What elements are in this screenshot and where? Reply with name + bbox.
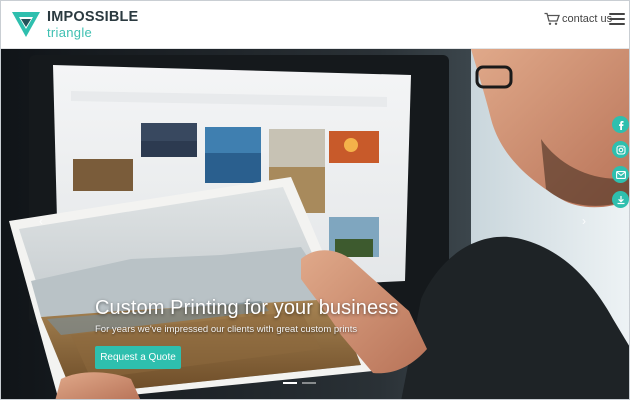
contact-label: contact us [562, 13, 613, 25]
logo-text: IMPOSSIBLE triangle [47, 10, 138, 39]
brand-logo[interactable]: IMPOSSIBLE triangle [11, 10, 138, 39]
download-icon[interactable] [612, 191, 629, 208]
page: IMPOSSIBLE triangle contact us ‹ › Custo… [0, 0, 630, 400]
social-sidebar [612, 116, 629, 216]
carousel-indicator-2[interactable] [302, 382, 316, 384]
email-icon[interactable] [612, 166, 629, 183]
contact-link[interactable]: contact us [544, 12, 612, 26]
instagram-icon[interactable] [612, 141, 629, 158]
cart-icon [544, 12, 560, 25]
carousel-indicators [283, 382, 321, 384]
carousel-indicator-1[interactable] [283, 382, 297, 384]
triangle-logo-icon [12, 12, 40, 37]
carousel-prev-icon[interactable]: ‹ [39, 214, 43, 228]
hero-carousel: ‹ › Custom Printing for your business Fo… [1, 49, 629, 399]
carousel-next-icon[interactable]: › [582, 214, 586, 228]
site-header: IMPOSSIBLE triangle contact us [1, 1, 629, 49]
request-quote-button[interactable]: Request a Quote [95, 346, 181, 369]
hero-subtitle: For years we've impressed our clients wi… [95, 324, 358, 335]
brand-name: IMPOSSIBLE [47, 9, 139, 25]
brand-tagline: triangle [47, 24, 93, 40]
menu-icon[interactable] [609, 13, 625, 25]
hero-title: Custom Printing for your business [95, 297, 399, 319]
facebook-icon[interactable] [612, 116, 629, 133]
